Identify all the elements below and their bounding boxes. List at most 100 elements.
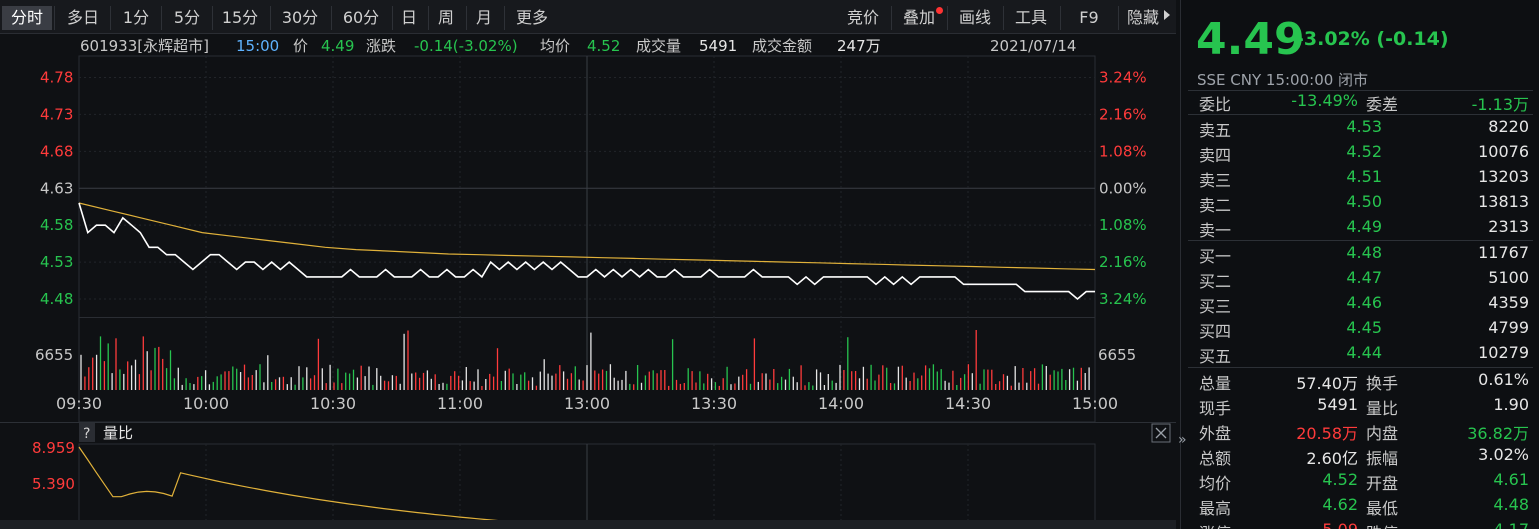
help-icon[interactable]: ? <box>83 426 90 442</box>
bid-price: 4.44 <box>1346 343 1382 362</box>
bid-volume: 4799 <box>1488 318 1529 337</box>
divider <box>947 6 948 30</box>
divider <box>331 6 332 30</box>
bid-row[interactable]: 买三 4.46 4359 <box>1188 291 1533 316</box>
stat-value: 2.60亿 <box>1306 449 1358 468</box>
stat-label: 跌停 <box>1366 520 1398 529</box>
ask-label: 卖二 <box>1199 196 1232 215</box>
divider <box>428 6 429 30</box>
bottom-tab-strip <box>0 520 1176 529</box>
tab-60min[interactable]: 60分 <box>334 6 388 30</box>
time-tick: 14:00 <box>818 394 864 413</box>
ask-row[interactable]: 卖一 4.49 2313 <box>1188 215 1533 240</box>
info-change: -0.14(-3.02%) <box>414 37 518 55</box>
price-tick: 4.48 <box>40 290 73 308</box>
bid-row[interactable]: 买一 4.48 11767 <box>1188 241 1533 266</box>
vol-ratio-top: 8.959 <box>32 439 75 457</box>
ask-label: 卖三 <box>1199 171 1232 190</box>
bid-row[interactable]: 买五 4.44 10279 <box>1188 341 1533 366</box>
stat-value: 57.40万 <box>1296 374 1358 393</box>
tab-multiday[interactable]: 多日 <box>58 6 108 30</box>
info-price-label: 价 <box>293 37 308 55</box>
stat-value: 4.17 <box>1438 520 1529 529</box>
ask-price: 4.53 <box>1346 117 1382 136</box>
percent-tick: 3.24% <box>1099 68 1147 86</box>
ask-row[interactable]: 卖四 4.52 10076 <box>1188 140 1533 165</box>
auction-button[interactable]: 竞价 <box>840 6 886 30</box>
stat-value: 0.61% <box>1478 370 1529 389</box>
divider <box>1060 6 1061 30</box>
time-tick: 13:30 <box>691 394 737 413</box>
vol-ratio-mid: 5.390 <box>32 475 75 493</box>
tab-intraday[interactable]: 分时 <box>2 6 52 30</box>
divider <box>504 6 505 30</box>
ask-row[interactable]: 卖五 4.53 8220 <box>1188 115 1533 140</box>
expand-icon[interactable]: » <box>1178 432 1187 448</box>
tab-5min[interactable]: 5分 <box>164 6 210 30</box>
stock-name: 601933[永辉超市] <box>80 37 209 55</box>
info-date: 2021/07/14 <box>990 37 1076 55</box>
ask-row[interactable]: 卖二 4.50 13813 <box>1188 190 1533 215</box>
price-tick: 4.68 <box>40 142 73 160</box>
wc-label: 委差 <box>1366 95 1399 114</box>
ask-label: 卖一 <box>1199 221 1232 240</box>
stat-row: 外盘 20.58万 内盘 36.82万 <box>1188 418 1533 443</box>
stat-label: 量比 <box>1366 399 1399 418</box>
time-tick: 14:30 <box>945 394 991 413</box>
bid-volume: 5100 <box>1488 268 1529 287</box>
stat-label: 涨停 <box>1199 520 1231 529</box>
stat-row: 总量 57.40万 换手 0.61% <box>1188 368 1533 393</box>
stat-label: 总量 <box>1199 374 1232 393</box>
ask-row[interactable]: 卖三 4.51 13203 <box>1188 165 1533 190</box>
bid-price: 4.48 <box>1346 243 1382 262</box>
bid-row[interactable]: 买二 4.47 5100 <box>1188 266 1533 291</box>
price-tick: 4.53 <box>40 253 73 271</box>
play-arrow-icon[interactable] <box>1164 10 1170 20</box>
divider <box>1118 6 1119 30</box>
divider <box>54 6 55 30</box>
sub-panel-title: 量比 <box>103 424 133 442</box>
bid-label: 买三 <box>1199 297 1232 316</box>
stat-label: 外盘 <box>1199 424 1232 443</box>
intraday-chart[interactable]: 601933[永辉超市] 15:00 价 4.49 涨跌 -0.14(-3.02… <box>0 34 1176 529</box>
bid-volume: 10279 <box>1478 343 1529 362</box>
ask-volume: 10076 <box>1478 142 1529 161</box>
ask-price: 4.50 <box>1346 192 1382 211</box>
bid-row[interactable]: 买四 4.45 4799 <box>1188 316 1533 341</box>
wb-value: -13.49% <box>1291 91 1358 110</box>
stat-row: 最高 4.62 最低 4.48 <box>1188 493 1533 518</box>
info-avg: 4.52 <box>587 37 620 55</box>
price-tick: 4.63 <box>40 179 73 197</box>
info-vol-label: 成交量 <box>636 37 681 55</box>
stat-value: 5.09 <box>1272 520 1358 529</box>
time-axis: 09:30 10:00 10:30 11:00 13:00 13:30 14:00 14:30… <box>56 394 1118 413</box>
stat-value: 3.02% <box>1478 445 1529 464</box>
chart-grid <box>78 55 1096 529</box>
bid-price: 4.45 <box>1346 318 1382 337</box>
tab-30min[interactable]: 30分 <box>273 6 327 30</box>
info-avg-label: 均价 <box>540 37 570 55</box>
stat-value: 20.58万 <box>1296 424 1358 443</box>
bid-label: 买四 <box>1199 322 1232 341</box>
hide-button[interactable]: 隐藏 <box>1122 6 1164 30</box>
stat-label: 振幅 <box>1366 449 1399 468</box>
tab-15min[interactable]: 15分 <box>214 6 266 30</box>
f9-button[interactable]: F9 <box>1066 6 1112 30</box>
tab-more[interactable]: 更多 <box>508 6 556 30</box>
close-icon-x[interactable] <box>1155 427 1167 439</box>
volume-bars <box>80 330 1090 390</box>
price-axis: 4.78 4.73 4.68 4.63 4.58 4.53 4.48 <box>40 68 73 308</box>
tab-day[interactable]: 日 <box>395 6 423 30</box>
tab-month[interactable]: 月 <box>470 6 498 30</box>
info-amount: 247万 <box>837 37 881 55</box>
tab-1min[interactable]: 1分 <box>113 6 159 30</box>
percent-tick: 1.08% <box>1099 142 1147 160</box>
tools-button[interactable]: 工具 <box>1008 6 1054 30</box>
tab-week[interactable]: 周 <box>432 6 460 30</box>
percent-tick: 2.16% <box>1099 253 1147 271</box>
bid-label: 买一 <box>1199 247 1232 266</box>
draw-line-button[interactable]: 画线 <box>952 6 998 30</box>
bid-volume: 11767 <box>1478 243 1529 262</box>
ask-volume: 13813 <box>1478 192 1529 211</box>
divider <box>891 6 892 30</box>
